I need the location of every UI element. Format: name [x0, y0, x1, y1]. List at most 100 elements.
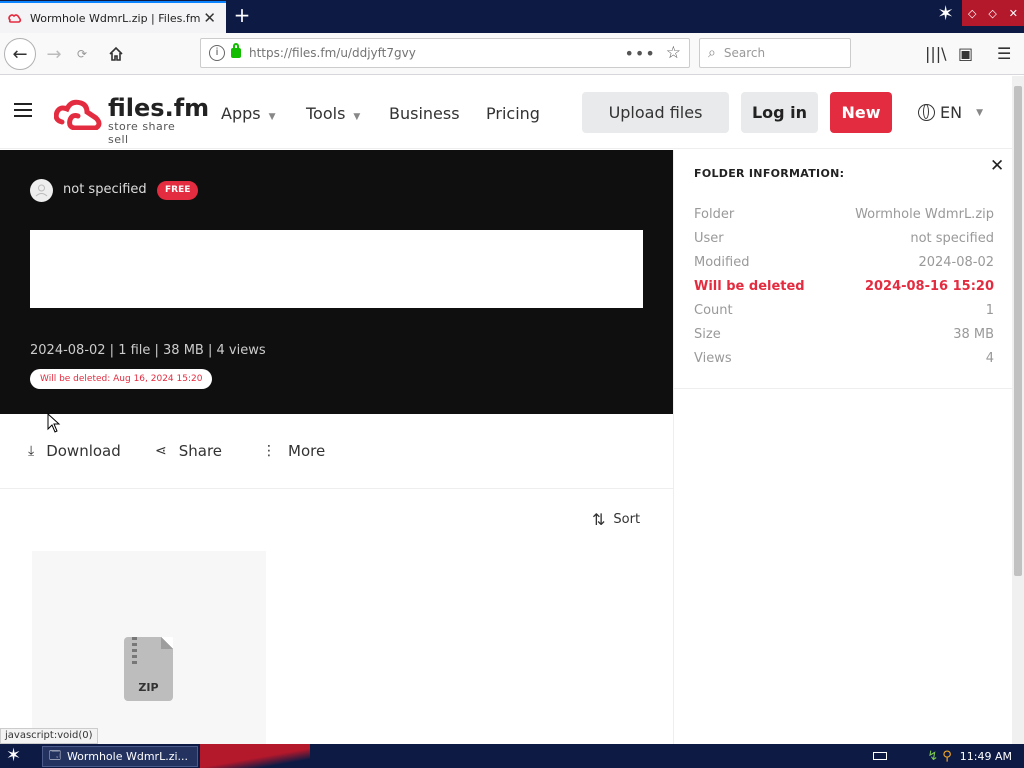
- nav-apps-label: Apps: [221, 104, 261, 123]
- scrollbar-thumb[interactable]: [1014, 86, 1022, 576]
- url-text[interactable]: https://files.fm/u/ddjyft7gvy: [249, 46, 624, 60]
- share-icon: ⋖: [155, 443, 167, 459]
- bookmark-star-icon[interactable]: ☆: [666, 43, 681, 63]
- share-button[interactable]: ⋖ Share: [155, 442, 222, 460]
- clock[interactable]: 11:49 AM: [960, 750, 1012, 763]
- globe-icon: [918, 104, 935, 121]
- folder-hero: not specified FREE 2024-08-02 | 1 file |…: [0, 150, 673, 414]
- site-info-icon[interactable]: i: [209, 45, 225, 61]
- files-fm-favicon-icon: [8, 14, 22, 23]
- zipper-graphic: [132, 637, 137, 667]
- keyboard-icon[interactable]: [873, 752, 888, 760]
- system-tray: ↯ ⚲ 11:49 AM: [873, 744, 1024, 768]
- info-value: 2024-08-02: [918, 255, 994, 270]
- search-placeholder: Search: [723, 46, 766, 60]
- nav-tools-label: Tools: [306, 104, 346, 123]
- taskbar-window-button[interactable]: 🗔 Wormhole WdmrL.zi...: [42, 746, 198, 767]
- page-fold: [161, 637, 173, 649]
- nav-tools[interactable]: Tools ▼: [306, 104, 360, 123]
- site-header: files.fm store share sell Apps ▼ Tools ▼ B…: [0, 76, 1012, 149]
- tab-close-icon[interactable]: ✕: [203, 9, 216, 27]
- page-scrollbar[interactable]: [1012, 76, 1024, 744]
- sidebar-icon[interactable]: ▣: [958, 44, 973, 63]
- hamburger-menu-icon[interactable]: [14, 103, 32, 118]
- user-icon: [35, 184, 48, 197]
- link-status-text: javascript:void(0): [0, 728, 98, 744]
- new-button[interactable]: New: [830, 92, 892, 133]
- taskbar-decoration: [200, 744, 310, 768]
- info-row-views: Views 4: [694, 351, 994, 371]
- info-row-user: User not specified: [694, 231, 994, 251]
- cloud-logo-icon: [54, 99, 102, 130]
- tab-title: Wormhole WdmrL.zip | Files.fm.: [30, 11, 200, 25]
- plan-badge: FREE: [157, 181, 199, 200]
- maximize-icon[interactable]: ◇: [988, 7, 996, 20]
- download-label: Download: [46, 442, 121, 460]
- file-type-label: ZIP: [138, 681, 159, 694]
- new-tab-button[interactable]: +: [232, 4, 252, 26]
- nav-apps[interactable]: Apps ▼: [221, 104, 276, 123]
- info-value: 2024-08-16 15:20: [864, 279, 994, 294]
- chevron-down-icon: ▼: [976, 107, 983, 118]
- owner-name[interactable]: not specified: [63, 182, 147, 197]
- info-row-size: Size 38 MB: [694, 327, 994, 347]
- divider: [674, 388, 1013, 389]
- deletion-notice-badge: Will be deleted: Aug 16, 2024 15:20: [30, 369, 213, 389]
- browser-search-input[interactable]: ⌕ Search: [699, 38, 851, 68]
- page-actions-icon[interactable]: •••: [624, 44, 655, 63]
- network-icon[interactable]: ↯: [927, 749, 938, 764]
- chevron-down-icon: ▼: [353, 112, 361, 122]
- more-label: More: [288, 442, 326, 460]
- download-button[interactable]: ⤓ Download: [28, 442, 121, 460]
- sort-icon: ⇅: [592, 510, 606, 529]
- minimize-icon[interactable]: ◇: [968, 7, 976, 20]
- search-icon[interactable]: ⚲: [942, 749, 952, 764]
- files-fm-logo[interactable]: files.fm store share sell: [54, 94, 209, 146]
- close-icon[interactable]: ✕: [990, 156, 1004, 176]
- info-key: Modified: [694, 255, 750, 270]
- file-card[interactable]: ZIP: [32, 551, 266, 744]
- folder-info-panel: FOLDER INFORMATION: ✕ Folder Wormhole Wdm…: [673, 150, 1013, 744]
- info-key: Views: [694, 351, 732, 366]
- info-key: Size: [694, 327, 721, 342]
- share-label: Share: [178, 442, 223, 460]
- back-button[interactable]: ←: [4, 38, 36, 70]
- window-controls: ✶ ◇ ◇ ✕: [937, 0, 1024, 26]
- home-button[interactable]: [100, 38, 132, 70]
- start-menu-star-icon[interactable]: ✶: [6, 745, 21, 766]
- brand-name: files.fm: [108, 94, 210, 122]
- taskbar-window-label: Wormhole WdmrL.zi...: [66, 750, 189, 763]
- folder-meta: 2024-08-02 | 1 file | 38 MB | 4 views: [30, 343, 266, 358]
- window-buttons: ◇ ◇ ✕: [962, 0, 1024, 26]
- log-in-button[interactable]: Log in: [741, 92, 818, 133]
- secure-lock-icon[interactable]: [231, 43, 241, 58]
- folder-actions: ⤓ Download ⋖ Share ⋮ More: [0, 414, 673, 489]
- browser-tab[interactable]: Wormhole WdmrL.zip | Files.fm. ✕: [0, 1, 226, 33]
- info-value: not specified: [910, 231, 994, 246]
- info-value: 4: [985, 351, 994, 366]
- info-row-deletion: Will be deleted 2024-08-16 15:20: [694, 279, 994, 299]
- url-bar[interactable]: i https://files.fm/u/ddjyft7gvy ••• ☆: [200, 38, 690, 68]
- nav-business[interactable]: Business: [389, 104, 460, 123]
- library-icon[interactable]: |||\: [925, 44, 947, 63]
- sort-label: Sort: [613, 512, 641, 527]
- info-key: User: [694, 231, 724, 246]
- zip-file-icon: ZIP: [124, 637, 173, 701]
- nav-pricing[interactable]: Pricing: [486, 104, 540, 123]
- language-selector[interactable]: EN ▼: [918, 103, 983, 122]
- info-value: Wormhole WdmrL.zip: [855, 207, 994, 222]
- reload-spinner-icon[interactable]: ⟳: [66, 38, 98, 70]
- sort-button[interactable]: ⇅ Sort: [592, 510, 640, 529]
- browser-navbar: ← → ⟳ i https://files.fm/u/ddjyft7gvy ••…: [0, 33, 1024, 75]
- info-key: Count: [694, 303, 733, 318]
- info-panel-title: FOLDER INFORMATION:: [694, 167, 845, 180]
- close-window-icon[interactable]: ✕: [1009, 7, 1018, 20]
- more-button[interactable]: ⋮ More: [262, 442, 325, 460]
- os-taskbar: ✶ 🗔 Wormhole WdmrL.zi... ↯ ⚲ 11:49 AM: [0, 744, 1024, 768]
- upload-files-button[interactable]: Upload files: [582, 92, 729, 133]
- more-vertical-icon: ⋮: [262, 443, 276, 459]
- window-menu-star-icon[interactable]: ✶: [937, 1, 954, 25]
- info-key: Will be deleted: [694, 279, 805, 294]
- menu-icon[interactable]: ☰: [997, 44, 1011, 63]
- browser-window-icon: 🗔: [49, 749, 61, 762]
